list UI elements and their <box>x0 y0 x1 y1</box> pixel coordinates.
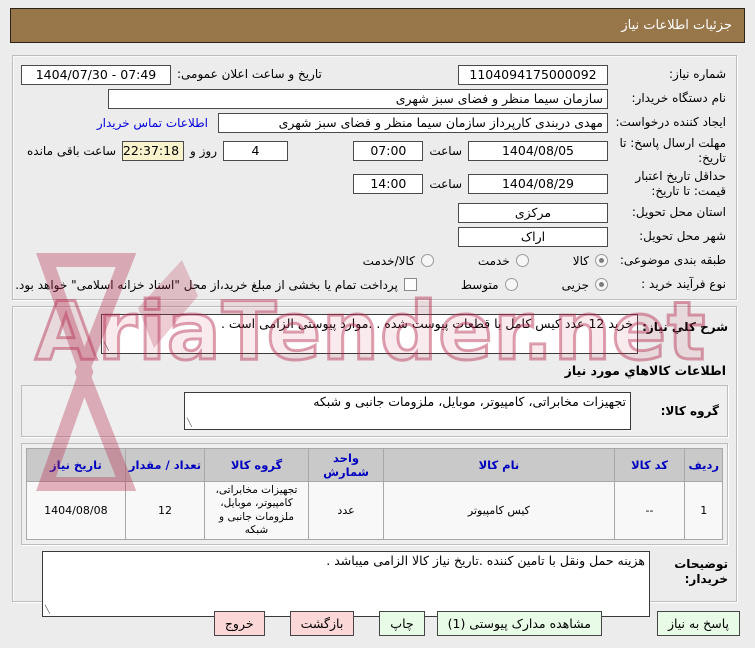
print-button[interactable]: چاپ <box>379 611 425 636</box>
goods-table-box: ردیف کد کالا نام کالا واحد شمارش گروه کا… <box>21 443 728 545</box>
col-unit: واحد شمارش <box>307 448 385 482</box>
buyer-org-label: نام دستگاه خریدار: <box>631 91 727 105</box>
treasury-payment-option[interactable]: پرداخت تمام یا بخشی از مبلغ خرید،از محل … <box>15 278 417 292</box>
cell-row-number: 1 <box>684 481 723 540</box>
classification-label: طبقه بندی موضوعی: <box>619 253 726 267</box>
price-validity-time-label: ساعت <box>429 177 462 191</box>
need-description-textarea[interactable]: خرید 12 عدد کیس کامل با قطعات پیوست شده … <box>101 314 638 354</box>
row-city: شهر محل تحویل: اراک <box>21 226 726 247</box>
buyer-notes-textarea[interactable]: هزینه حمل ونقل با تامین کننده .تاریخ نیا… <box>42 551 650 617</box>
need-description-label: شرح کلي نیاز: <box>642 320 728 334</box>
province-label: استان محل تحویل: <box>631 205 726 219</box>
process-option-minor[interactable]: جزیی <box>562 278 608 292</box>
remaining-time-label: ساعت باقی مانده <box>27 144 117 158</box>
creator-field[interactable]: مهدی دربندی کارپرداز سازمان سیما منظر و … <box>218 112 608 133</box>
row-creator: ایجاد کننده درخواست: مهدی دربندی کارپردا… <box>21 112 726 133</box>
remaining-days-label: روز و <box>190 144 218 158</box>
col-item-name: نام کالا <box>383 448 615 482</box>
city-field[interactable]: اراک <box>458 226 608 247</box>
province-field[interactable]: مرکزی <box>458 202 608 223</box>
classification-option-goods[interactable]: کالا <box>573 254 608 268</box>
action-bar: پاسخ به نیاز مشاهده مدارک پیوستی (1) چاپ… <box>15 611 740 636</box>
deadline-time-field[interactable]: 07:00 <box>353 141 424 161</box>
treasury-checkbox-icon[interactable] <box>403 278 417 291</box>
classification-option-goods-service[interactable]: کالا/خدمت <box>363 254 434 268</box>
need-number-label: شماره نیاز: <box>669 67 726 81</box>
page-title: جزئیات اطلاعات نیاز <box>10 8 745 43</box>
price-validity-time-field[interactable]: 14:00 <box>353 174 424 194</box>
col-item-code: کد کالا <box>613 448 686 482</box>
cell-unit: عدد <box>307 481 385 540</box>
deadline-label: مهلت ارسال پاسخ: تا تاریخ: <box>619 136 726 165</box>
cell-need-date: 1404/08/08 <box>26 481 126 540</box>
view-attachments-button[interactable]: مشاهده مدارک پیوستی (1) <box>436 611 602 636</box>
creator-label: ایجاد کننده درخواست: <box>615 115 726 129</box>
goods-section-title: اطلاعات کالاهاي مورد نیاز <box>564 363 726 378</box>
deadline-time-label: ساعت <box>429 144 462 158</box>
reply-to-need-button[interactable]: پاسخ به نیاز <box>656 611 740 636</box>
col-item-group: گروه کالا <box>204 448 309 482</box>
cell-item-group: تجهیزات مخابراتی، کامپیوتر، موبایل، ملزو… <box>204 481 309 540</box>
radio-service-icon[interactable] <box>515 254 529 267</box>
col-row-number: ردیف <box>684 448 723 482</box>
col-need-date: تاریخ نیاز <box>26 448 126 482</box>
row-process-type: نوع فرآیند خرید : جزیی متوسط پرداخت تمام… <box>15 274 726 295</box>
announce-datetime-field[interactable]: 1404/07/30 - 07:49 <box>21 64 171 85</box>
row-price-validity: حداقل تاریخ اعتبار قیمت: تا تاریخ: 1404/… <box>21 169 726 199</box>
price-validity-label: حداقل تاریخ اعتبار قیمت: تا تاریخ: <box>635 169 726 198</box>
row-need-number: شماره نیاز: 1104094175000092 تاریخ و ساع… <box>21 64 726 85</box>
radio-goods-icon[interactable] <box>595 254 608 267</box>
need-details-panel: شرح کلي نیاز: خرید 12 عدد کیس کامل با قط… <box>12 306 737 617</box>
process-option-medium[interactable]: متوسط <box>461 278 518 292</box>
row-deadline: مهلت ارسال پاسخ: تا تاریخ: 1404/08/05 سا… <box>21 136 726 166</box>
goods-group-label: گروه کالا: <box>660 403 719 418</box>
announce-datetime-label: تاریخ و ساعت اعلان عمومی: <box>177 67 322 81</box>
need-info-panel: شماره نیاز: 1104094175000092 تاریخ و ساع… <box>12 55 737 300</box>
remaining-time-field: 22:37:18 <box>122 141 185 161</box>
city-label: شهر محل تحویل: <box>639 229 726 243</box>
cell-item-name: کیس کامپیوتر <box>383 481 615 540</box>
process-type-label: نوع فرآیند خرید : <box>641 277 726 291</box>
buyer-contact-link[interactable]: اطلاعات تماس خریدار <box>97 116 208 130</box>
remaining-days-field: 4 <box>223 141 289 161</box>
classification-option-service[interactable]: خدمت <box>478 254 529 268</box>
deadline-date-field[interactable]: 1404/08/05 <box>468 141 608 161</box>
row-need-description: شرح کلي نیاز: خرید 12 عدد کیس کامل با قط… <box>21 314 728 354</box>
radio-minor-icon[interactable] <box>595 278 608 291</box>
buyer-org-field[interactable]: سازمان سیما منظر و فضای سبز شهری <box>108 88 608 109</box>
cell-quantity: 12 <box>124 481 206 540</box>
row-province: استان محل تحویل: مرکزی <box>21 202 726 223</box>
row-classification: طبقه بندی موضوعی: کالا خدمت کالا/خدمت <box>21 250 726 271</box>
goods-group-box: گروه کالا: تجهیزات مخابراتی، کامپیوتر، م… <box>21 385 728 437</box>
goods-table-header-row: ردیف کد کالا نام کالا واحد شمارش گروه کا… <box>26 448 723 482</box>
cell-item-code: -- <box>613 481 686 540</box>
col-quantity: تعداد / مقدار <box>124 448 206 482</box>
buyer-notes-label: توضیحات خریدار: <box>674 557 728 586</box>
radio-goods-service-icon[interactable] <box>420 254 434 267</box>
exit-button[interactable]: خروج <box>213 611 265 636</box>
radio-medium-icon[interactable] <box>504 278 518 291</box>
table-row: 1 -- کیس کامپیوتر عدد تجهیزات مخابراتی، … <box>26 481 723 540</box>
back-button[interactable]: بازگشت <box>289 611 355 636</box>
treasury-checkbox-label: پرداخت تمام یا بخشی از مبلغ خرید،از محل … <box>15 277 398 292</box>
row-buyer-notes: توضیحات خریدار: هزینه حمل ونقل با تامین … <box>21 551 728 617</box>
need-number-field[interactable]: 1104094175000092 <box>458 64 608 85</box>
goods-table: ردیف کد کالا نام کالا واحد شمارش گروه کا… <box>26 448 723 540</box>
price-validity-date-field[interactable]: 1404/08/29 <box>468 174 608 194</box>
row-buyer-org: نام دستگاه خریدار: سازمان سیما منظر و فض… <box>21 88 726 109</box>
goods-group-field[interactable]: تجهیزات مخابراتی، کامپیوتر، موبایل، ملزو… <box>184 392 631 430</box>
